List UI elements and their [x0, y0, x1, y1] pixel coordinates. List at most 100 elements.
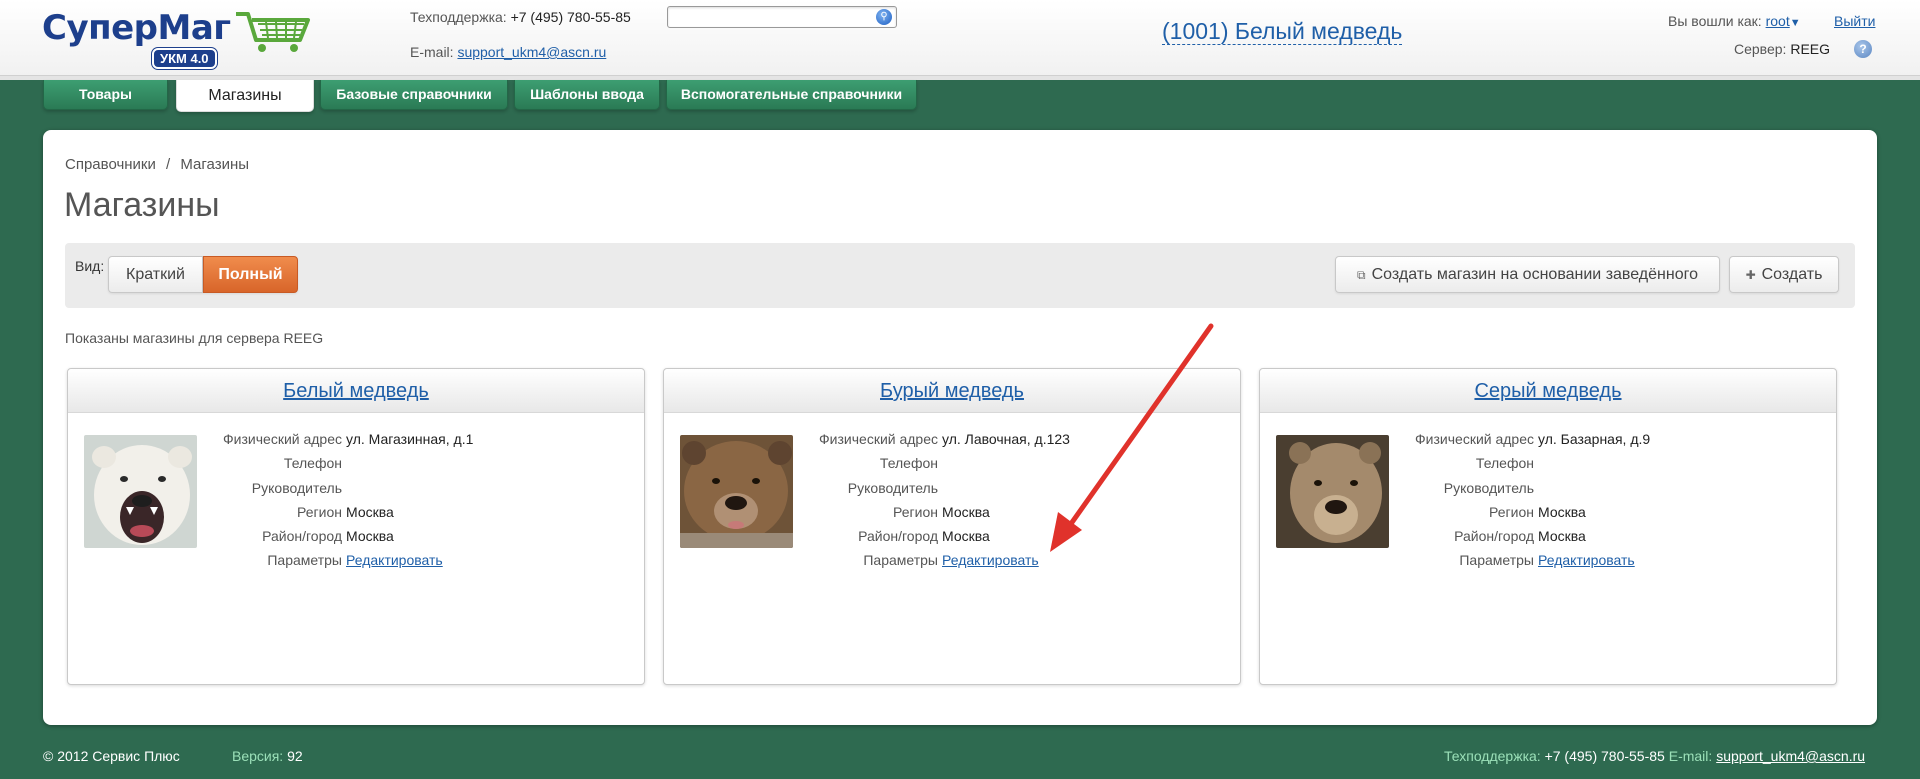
user-menu[interactable]: root — [1766, 13, 1790, 29]
address-label: Физический адрес — [1415, 431, 1534, 447]
store-card: Серый медведь Физический адрес ул. Базарн… — [1259, 368, 1837, 685]
phone-label: Телефон — [1475, 455, 1534, 472]
search-box: ⚲ — [667, 6, 897, 28]
store-fields: Физический адрес ул. Магазинная, д.1 Теле… — [198, 427, 638, 573]
breadcrumb: Справочники / Магазины — [65, 156, 249, 173]
phone-label: Телефон — [283, 455, 342, 472]
district-label: Район/город — [1454, 528, 1534, 545]
tab-auxiliary-references[interactable]: Вспомогательные справочники — [666, 80, 917, 110]
phone-label: Телефон — [879, 455, 938, 472]
address-value: ул. Базарная, д.9 — [1538, 431, 1651, 447]
district-label: Район/город — [858, 528, 938, 545]
store-card-header: Белый медведь — [68, 369, 644, 413]
address-value: ул. Лавочная, д.123 — [942, 431, 1070, 447]
logout-link[interactable]: Выйти — [1834, 13, 1875, 29]
region-label: Регион — [297, 503, 342, 520]
chevron-down-icon[interactable]: ▼ — [1790, 17, 1801, 29]
footer-email-link[interactable]: support_ukm4@ascn.ru — [1716, 748, 1865, 764]
footer-copyright: © 2012 Сервис Плюс — [43, 748, 180, 764]
server-value: REEG — [1790, 41, 1831, 57]
footer-email-label: E-mail: — [1668, 748, 1713, 764]
breadcrumb-current: Магазины — [180, 156, 250, 173]
params-label: Параметры — [1459, 552, 1534, 569]
edit-params-link[interactable]: Редактировать — [1538, 552, 1635, 568]
manager-label: Руководитель — [251, 479, 342, 496]
region-value: Москва — [1538, 503, 1586, 520]
clone-store-button[interactable]: ⧉ Создать магазин на основании заведённог… — [1335, 256, 1720, 293]
support-phone: Техподдержка: +7 (495) 780-55-85 — [410, 9, 631, 25]
polar-bear-photo — [84, 435, 197, 548]
shopping-cart-icon — [236, 12, 310, 52]
tab-products[interactable]: Товары — [43, 80, 168, 110]
store-name-link[interactable]: Бурый медведь — [880, 380, 1024, 402]
manager-label: Руководитель — [1443, 479, 1534, 496]
footer-version: Версия: 92 — [232, 748, 303, 764]
support-phone-label: Техподдержка: — [410, 9, 507, 25]
footer-version-value: 92 — [287, 748, 303, 764]
login-label: Вы вошли как: — [1668, 13, 1762, 29]
logo-text-part2: Маг — [157, 8, 232, 48]
params-label: Параметры — [267, 552, 342, 569]
tab-stores[interactable]: Магазины — [176, 80, 314, 112]
footer-support-label: Техподдержка: — [1444, 748, 1541, 764]
support-email-link[interactable]: support_ukm4@ascn.ru — [457, 44, 606, 60]
region-label: Регион — [893, 503, 938, 520]
store-card: Бурый медведь Физический адрес ул. Лавочн… — [663, 368, 1241, 685]
store-fields: Физический адрес ул. Базарная, д.9 Телефо… — [1390, 427, 1830, 573]
district-value: Москва — [942, 528, 990, 545]
version-badge: УКМ 4.0 — [152, 48, 217, 69]
edit-params-link[interactable]: Редактировать — [346, 552, 443, 568]
address-value: ул. Магазинная, д.1 — [346, 431, 474, 447]
help-icon[interactable]: ? — [1854, 40, 1872, 58]
district-label: Район/город — [262, 528, 342, 545]
region-value: Москва — [942, 503, 990, 520]
view-short-button[interactable]: Краткий — [108, 256, 203, 293]
address-label: Физический адрес — [819, 431, 938, 447]
region-label: Регион — [1489, 503, 1534, 520]
store-name-link[interactable]: Серый медведь — [1474, 380, 1621, 402]
logo-text-part1: Супер — [42, 8, 158, 48]
edit-params-link[interactable]: Редактировать — [942, 552, 1039, 568]
brown-bear-photo — [680, 435, 793, 548]
create-store-button[interactable]: ✚ Создать — [1729, 256, 1839, 293]
grey-bear-photo — [1276, 435, 1389, 548]
toolbar: Вид: Краткий Полный ⧉ Создать магазин на … — [65, 243, 1855, 308]
logo-text: СуперМаг — [42, 8, 231, 48]
support-phone-value: +7 (495) 780-55-85 — [510, 9, 631, 25]
footer-version-label: Версия: — [232, 748, 284, 764]
current-store-link[interactable]: (1001) Белый медведь — [1162, 18, 1403, 45]
store-card-header: Бурый медведь — [664, 369, 1240, 413]
top-header: СуперМаг УКМ 4.0 Техподдержка: +7 (495) … — [0, 0, 1920, 76]
tab-input-templates[interactable]: Шаблоны ввода — [514, 80, 660, 110]
server-info: Сервер: REEG — [1734, 41, 1830, 57]
view-label: Вид: — [75, 258, 105, 274]
tab-base-references[interactable]: Базовые справочники — [320, 80, 508, 110]
clone-store-label: Создать магазин на основании заведённого — [1371, 266, 1698, 283]
login-info: Вы вошли как: root▼ — [1668, 13, 1801, 29]
params-label: Параметры — [863, 552, 938, 569]
footer-support-phone: +7 (495) 780-55-85 — [1544, 748, 1665, 764]
search-input[interactable] — [668, 7, 868, 27]
store-card-header: Серый медведь — [1260, 369, 1836, 413]
create-store-label: Создать — [1761, 266, 1823, 283]
store-fields: Физический адрес ул. Лавочная, д.123 Теле… — [794, 427, 1234, 573]
server-label: Сервер: — [1734, 41, 1787, 57]
breadcrumb-references[interactable]: Справочники — [65, 156, 156, 173]
footer-support: Техподдержка: +7 (495) 780-55-85 E-mail:… — [1444, 748, 1865, 764]
plus-icon: ✚ — [1745, 268, 1756, 282]
support-email: E-mail: support_ukm4@ascn.ru — [410, 44, 606, 60]
page-title: Магазины — [64, 186, 220, 224]
manager-label: Руководитель — [847, 479, 938, 496]
support-email-label: E-mail: — [410, 44, 454, 60]
copy-icon: ⧉ — [1357, 268, 1366, 282]
address-label: Физический адрес — [223, 431, 342, 447]
store-name-link[interactable]: Белый медведь — [283, 380, 429, 402]
view-full-button[interactable]: Полный — [203, 256, 298, 293]
stores-note: Показаны магазины для сервера REEG — [65, 330, 324, 346]
search-icon[interactable]: ⚲ — [876, 9, 892, 25]
district-value: Москва — [1538, 528, 1586, 545]
main-panel: Справочники / Магазины Магазины Вид: Кра… — [43, 130, 1877, 725]
district-value: Москва — [346, 528, 394, 545]
store-card: Белый медведь Физический адрес ул. Магази… — [67, 368, 645, 685]
supermag-logo[interactable]: СуперМаг УКМ 4.0 — [42, 8, 310, 69]
